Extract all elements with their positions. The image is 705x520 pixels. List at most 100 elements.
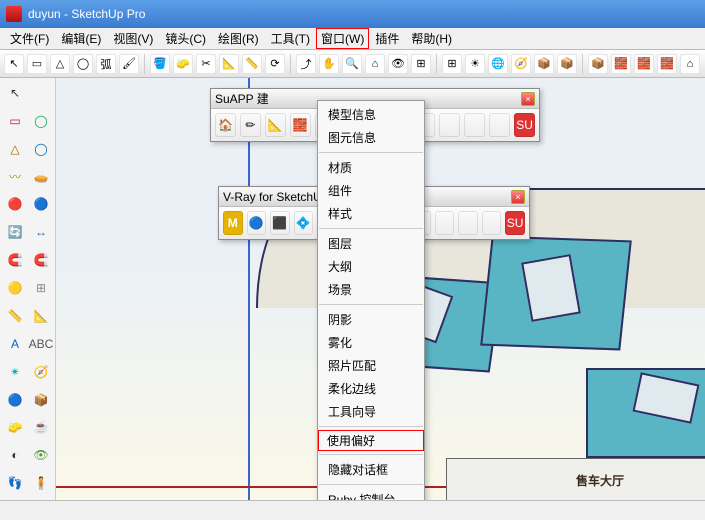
palette-tool[interactable]: 📏 — [3, 304, 27, 328]
toolbar-button[interactable]: ↖ — [4, 54, 24, 74]
palette-tool[interactable]: ⊞ — [29, 276, 53, 300]
toolbar-button[interactable]: 🧭 — [511, 54, 531, 74]
toolbar-button[interactable]: ✋ — [319, 54, 339, 74]
palette-tool[interactable]: ABC — [29, 332, 53, 356]
float-button[interactable] — [458, 211, 478, 235]
menu-item[interactable]: 照片匹配 — [318, 354, 424, 377]
menu-文件(F)[interactable]: 文件(F) — [4, 27, 55, 50]
viewport-3d[interactable]: 售车大厅 模型信息图元信息材质组件样式图层大纲场景阴影雾化照片匹配柔化边线工具向… — [56, 78, 705, 500]
palette-tool[interactable]: 〰 — [3, 165, 27, 189]
palette-tool[interactable]: 🧭 — [29, 360, 53, 384]
float-button[interactable] — [489, 113, 510, 137]
toolbar-button[interactable]: 🧱 — [611, 54, 631, 74]
menu-item[interactable]: Ruby 控制台 — [318, 488, 424, 500]
float-button[interactable]: 🔵 — [247, 211, 267, 235]
palette-tool[interactable]: ◐ — [3, 443, 27, 467]
toolbar-button[interactable]: △ — [50, 54, 70, 74]
float-button[interactable]: 🧱 — [290, 113, 311, 137]
menu-item[interactable]: 场景 — [318, 278, 424, 301]
menu-item[interactable]: 图元信息 — [318, 126, 424, 149]
toolbar-button[interactable]: 🧽 — [173, 54, 193, 74]
toolbar-button[interactable]: 🖌 — [119, 54, 139, 74]
palette-tool[interactable]: 🔵 — [29, 192, 53, 216]
toolbar-button[interactable]: 🧱 — [634, 54, 654, 74]
palette-tool[interactable]: 🟡 — [3, 276, 27, 300]
toolbar-button[interactable]: ⊞ — [411, 54, 431, 74]
palette-tool[interactable]: ☕ — [29, 415, 53, 439]
toolbar-button[interactable]: 📐 — [219, 54, 239, 74]
toolbar-button[interactable]: ⌂ — [365, 54, 385, 74]
menu-镜头(C)[interactable]: 镜头(C) — [159, 27, 212, 50]
toolbar-button[interactable]: ⊞ — [442, 54, 462, 74]
float-button[interactable]: SU — [514, 113, 535, 137]
palette-tool[interactable]: ◯ — [29, 109, 53, 133]
palette-tool[interactable]: 🔵 — [3, 388, 27, 412]
float-button[interactable]: 🏠 — [215, 113, 236, 137]
float-button[interactable]: ⬛ — [270, 211, 290, 235]
float-button[interactable]: 💠 — [294, 211, 314, 235]
toolbar-button[interactable]: 🔍 — [342, 54, 362, 74]
palette-tool[interactable]: 🥧 — [29, 165, 53, 189]
palette-tool[interactable] — [29, 81, 53, 105]
toolbar-button[interactable]: 🧱 — [657, 54, 677, 74]
menu-编辑(E)[interactable]: 编辑(E) — [55, 27, 107, 50]
palette-tool[interactable]: 👁 — [29, 443, 53, 467]
palette-tool[interactable]: A — [3, 332, 27, 356]
toolbar-button[interactable]: 📦 — [557, 54, 577, 74]
menu-item[interactable]: 材质 — [318, 156, 424, 179]
toolbar-button[interactable]: ◯ — [73, 54, 93, 74]
menu-item[interactable]: 样式 — [318, 202, 424, 225]
palette-tool[interactable]: ◯ — [29, 137, 53, 161]
menu-视图(V)[interactable]: 视图(V) — [107, 27, 159, 50]
menu-工具(T)[interactable]: 工具(T) — [265, 27, 316, 50]
menu-item[interactable]: 大纲 — [318, 255, 424, 278]
palette-tool[interactable]: ↖ — [3, 81, 27, 105]
float-button[interactable] — [464, 113, 485, 137]
toolbar-button[interactable]: 📦 — [534, 54, 554, 74]
menu-插件[interactable]: 插件 — [369, 27, 405, 50]
palette-tool[interactable]: 🧽 — [3, 415, 27, 439]
palette-tool[interactable]: ↔ — [29, 220, 53, 244]
palette-tool[interactable]: 📦 — [29, 388, 53, 412]
palette-tool[interactable]: 🧲 — [29, 248, 53, 272]
menu-item[interactable]: 模型信息 — [318, 103, 424, 126]
menu-item[interactable]: 图层 — [318, 232, 424, 255]
toolbar-button[interactable]: 弧 — [96, 54, 116, 74]
toolbar-button[interactable]: 📦 — [588, 54, 608, 74]
toolbar-button[interactable]: ✂ — [196, 54, 216, 74]
menu-窗口(W)[interactable]: 窗口(W) — [316, 28, 369, 49]
float-button[interactable] — [439, 113, 460, 137]
menu-item[interactable]: 雾化 — [318, 331, 424, 354]
toolbar-button[interactable]: 🌐 — [488, 54, 508, 74]
toolbar-button[interactable]: ⟳ — [265, 54, 285, 74]
menu-绘图(R)[interactable]: 绘图(R) — [212, 27, 265, 50]
palette-tool[interactable]: 🔄 — [3, 220, 27, 244]
palette-tool[interactable]: 🔴 — [3, 192, 27, 216]
toolbar-button[interactable]: ☀ — [465, 54, 485, 74]
float-button[interactable] — [435, 211, 455, 235]
toolbar-button[interactable]: 📏 — [242, 54, 262, 74]
toolbar-button[interactable]: ⤴ — [296, 54, 316, 74]
menu-item[interactable]: 工具向导 — [318, 400, 424, 423]
menu-item[interactable]: 隐藏对话框 — [318, 458, 424, 481]
palette-tool[interactable]: 📐 — [29, 304, 53, 328]
palette-tool[interactable]: ✴ — [3, 360, 27, 384]
toolbar-button[interactable]: ⌂ — [680, 54, 700, 74]
menu-item[interactable]: 柔化边线 — [318, 377, 424, 400]
close-icon[interactable]: × — [521, 92, 535, 106]
palette-tool[interactable]: 👣 — [3, 471, 27, 495]
palette-tool[interactable]: 🧲 — [3, 248, 27, 272]
float-button[interactable]: ✏ — [240, 113, 261, 137]
float-button[interactable]: M — [223, 211, 243, 235]
menu-item[interactable]: 阴影 — [318, 308, 424, 331]
palette-tool[interactable]: △ — [3, 137, 27, 161]
palette-tool[interactable]: ▭ — [3, 109, 27, 133]
toolbar-button[interactable]: ▭ — [27, 54, 47, 74]
toolbar-button[interactable]: 🪣 — [150, 54, 170, 74]
float-button[interactable]: SU — [505, 211, 525, 235]
menu-item[interactable]: 组件 — [318, 179, 424, 202]
toolbar-button[interactable]: 👁 — [388, 54, 408, 74]
palette-tool[interactable]: 🧍 — [29, 471, 53, 495]
float-button[interactable] — [482, 211, 502, 235]
close-icon[interactable]: × — [511, 190, 525, 204]
